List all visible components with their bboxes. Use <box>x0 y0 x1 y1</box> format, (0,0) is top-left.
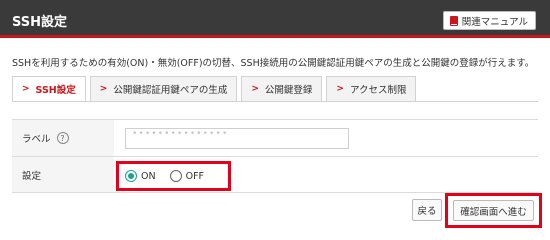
proceed-to-confirm-button[interactable]: 確認画面へ進む <box>453 200 534 221</box>
page-title: SSH設定 <box>12 15 68 30</box>
ssh-toggle-radio-group: ON OFF <box>116 161 231 191</box>
chevron-right-icon: > <box>22 84 30 94</box>
settings-form: ラベル ? ••••••••••••••• 設定 <box>12 119 538 193</box>
tab-bar: > SSH設定 > 公開鍵認証用鍵ペアの生成 > 公開鍵登録 > アクセス制限 <box>12 76 417 102</box>
radio-checked-icon[interactable] <box>125 170 137 182</box>
page-description: SSHを利用するための有効(ON)・無効(OFF)の切替、SSH接続用の公開鍵認… <box>12 58 535 69</box>
tab-divider <box>12 101 538 102</box>
related-manual-label: 関連マニュアル <box>461 16 528 28</box>
chevron-right-icon: > <box>99 84 108 94</box>
radio-on[interactable]: ON <box>125 170 156 182</box>
label-row-body: ••••••••••••••• <box>114 120 538 156</box>
confirm-button-highlight: 確認画面へ進む <box>445 193 542 228</box>
page-header: SSH設定 関連マニュアル <box>0 0 550 38</box>
tab-label: 公開鍵認証用鍵ペアの生成 <box>113 85 228 96</box>
label-field-label: ラベル <box>22 134 51 145</box>
label-row-header: ラベル ? <box>12 120 114 156</box>
chevron-right-icon: > <box>251 84 259 94</box>
radio-off[interactable]: OFF <box>169 170 204 182</box>
setting-row: 設定 <box>12 157 538 193</box>
setting-row-header: 設定 <box>12 157 114 192</box>
related-manual-button[interactable]: 関連マニュアル <box>442 11 536 30</box>
setting-field-label: 設定 <box>22 170 42 182</box>
tab-public-key-registration[interactable]: > 公開鍵登録 <box>241 76 323 102</box>
book-icon <box>449 15 458 26</box>
tab-label: アクセス制限 <box>349 85 407 96</box>
back-button[interactable]: 戻る <box>412 199 442 221</box>
help-icon[interactable]: ? <box>56 132 69 144</box>
radio-on-label: ON <box>141 170 156 182</box>
label-input-value: ••••••••••••••• <box>132 128 229 139</box>
tab-access-restriction[interactable]: > アクセス制限 <box>326 76 417 102</box>
radio-unchecked-icon[interactable] <box>169 170 182 182</box>
tab-label: 公開鍵登録 <box>264 85 313 96</box>
radio-off-label: OFF <box>185 170 204 182</box>
tab-label: SSH設定 <box>35 85 76 96</box>
tab-key-pair-generation[interactable]: > 公開鍵認証用鍵ペアの生成 <box>89 76 238 102</box>
label-row: ラベル ? ••••••••••••••• <box>12 120 538 157</box>
chevron-right-icon: > <box>336 84 344 94</box>
tab-ssh-settings[interactable]: > SSH設定 <box>12 76 86 102</box>
label-input[interactable]: ••••••••••••••• <box>125 127 349 149</box>
